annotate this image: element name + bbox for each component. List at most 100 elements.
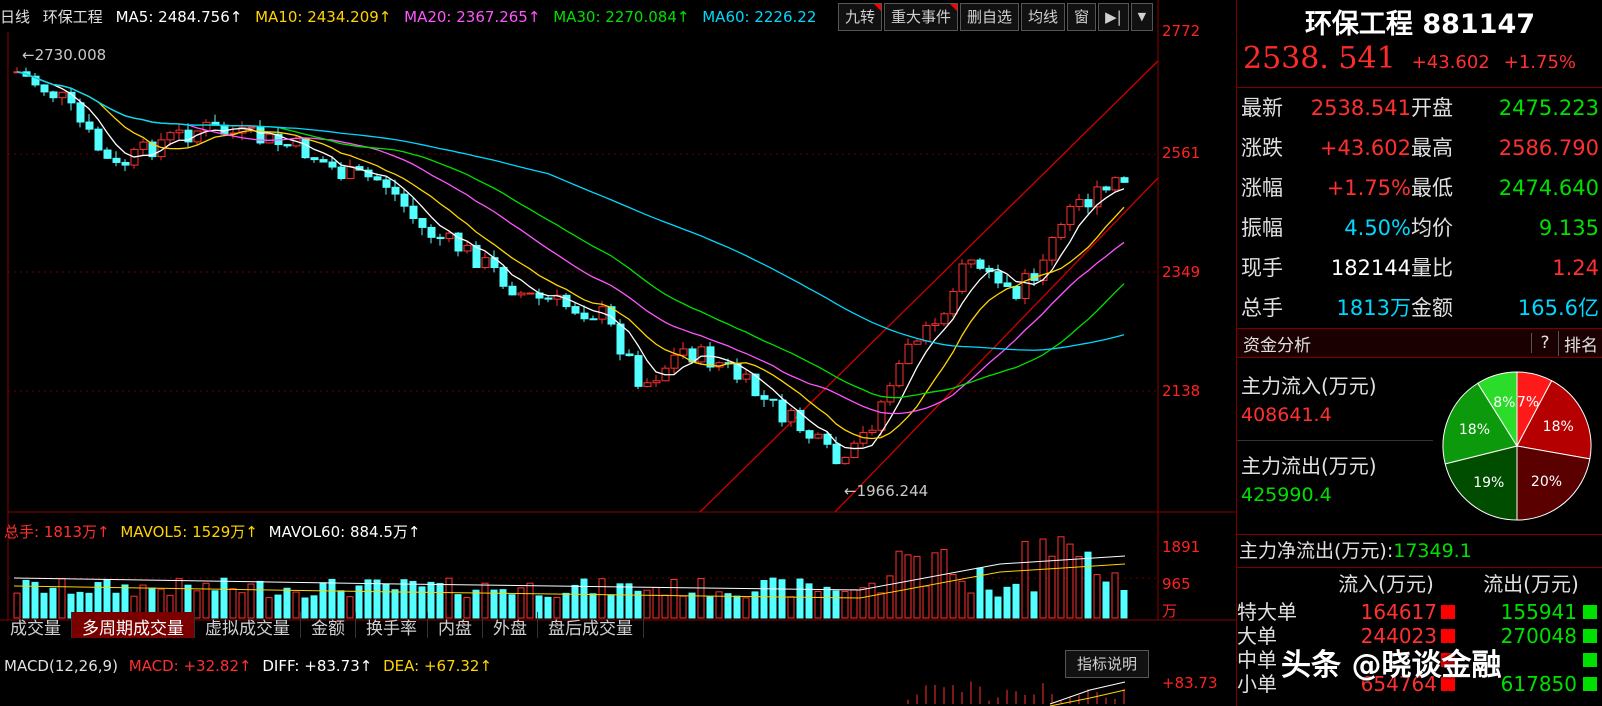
candle — [814, 433, 823, 439]
quote-value: 1.24 — [1552, 256, 1599, 280]
quote-label: 现手 — [1241, 256, 1283, 280]
volume-header: 总手: 1813万↑ MAVOL5: 1529万↑ MAVOL60: 884.5… — [4, 521, 420, 542]
candle — [499, 267, 508, 287]
quote-label: 总手 — [1241, 296, 1283, 320]
price-axis-label: 2349 — [1162, 263, 1201, 281]
candle — [445, 232, 454, 240]
candle — [580, 312, 589, 320]
quote-label: 量比 — [1411, 256, 1453, 280]
candle — [679, 348, 688, 356]
volume-bar — [1066, 543, 1074, 619]
candle — [283, 144, 292, 147]
inflow-bar — [1441, 605, 1455, 619]
macd-name: MACD(12,26,9) — [4, 657, 118, 675]
macd-value: MACD: +32.82↑ — [128, 657, 252, 675]
candle — [634, 355, 643, 387]
candle — [1111, 177, 1120, 191]
quote-label: 开盘 — [1411, 96, 1453, 120]
candle — [778, 399, 787, 423]
volume-bar — [1057, 536, 1065, 619]
candle — [1066, 205, 1075, 226]
ranking-button[interactable]: 排名 — [1558, 330, 1602, 356]
outflow-column-header: 流出(万元) — [1483, 572, 1579, 596]
candle — [94, 128, 103, 151]
quote-label: 涨跌 — [1241, 136, 1283, 160]
candle — [85, 121, 94, 130]
ma20-line — [16, 71, 1125, 415]
candle — [589, 318, 598, 321]
fund-analysis-title: 资金分析 — [1243, 335, 1311, 356]
candle — [877, 401, 886, 431]
flow-out-value: 155941 — [1500, 600, 1577, 624]
candle — [400, 193, 409, 207]
indicator-help-button[interactable]: 指标说明 — [1065, 650, 1149, 678]
flow-row: 特大单 164617 155941 — [1237, 600, 1602, 624]
main-outflow-label: 主力流出(万元) — [1241, 454, 1377, 478]
candle — [562, 294, 571, 308]
quote-row: 涨幅 +1.75% 最低 2474.640 — [1237, 168, 1602, 208]
candle — [1057, 224, 1066, 239]
pie-slice-label: 8% — [1493, 395, 1515, 411]
quote-row: 涨跌 +43.602 最高 2586.790 — [1237, 128, 1602, 168]
quote-value: 9.135 — [1538, 216, 1599, 240]
price-axis-label: 2772 — [1162, 22, 1201, 40]
diff-value: DIFF: +83.73↑ — [262, 657, 373, 675]
candle — [328, 161, 337, 168]
pie-slice-label: 7% — [1517, 394, 1539, 410]
candle — [994, 271, 1003, 284]
tab-outer[interactable]: 外盘 — [483, 612, 538, 639]
mavol5-value: MAVOL5: 1529万↑ — [120, 523, 258, 541]
candle — [310, 157, 319, 161]
tab-volume[interactable]: 成交量 — [0, 612, 72, 639]
tab-inner[interactable]: 内盘 — [428, 612, 483, 639]
candle — [121, 161, 130, 166]
tab-amount[interactable]: 金额 — [301, 612, 356, 639]
quote-value: +43.602 — [1319, 136, 1411, 160]
quote-value: 2474.640 — [1498, 176, 1599, 200]
candle — [490, 257, 499, 269]
main-inflow-value: 408641.4 — [1241, 404, 1332, 426]
candlestick-chart[interactable] — [0, 0, 1236, 706]
candle — [58, 91, 67, 99]
candle — [805, 430, 814, 439]
tab-after-hours[interactable]: 盘后成交量 — [538, 612, 644, 639]
tab-turnover[interactable]: 换手率 — [356, 612, 428, 639]
candle — [895, 363, 904, 387]
macd-header: MACD(12,26,9) MACD: +32.82↑ DIFF: +83.73… — [4, 657, 492, 675]
pie-slice-label: 20% — [1531, 474, 1562, 490]
volume-bar — [1048, 555, 1056, 619]
candle — [1021, 273, 1030, 299]
fund-flow-section: 主力流入(万元) 408641.4 主力流出(万元) 425990.4 7% 18… — [1237, 358, 1602, 535]
quote-value: 1813万 — [1336, 296, 1411, 320]
candle — [1120, 177, 1129, 183]
price-change: +43.602 — [1411, 52, 1490, 73]
quote-value: 182144 — [1330, 256, 1411, 280]
candles-group — [13, 67, 1129, 465]
tab-virtual-volume[interactable]: 虚拟成交量 — [195, 612, 301, 639]
candle — [517, 292, 526, 296]
volume-axis-label: 1891 — [1162, 538, 1201, 556]
candle — [850, 442, 859, 458]
fund-analysis-header: 资金分析 ? 排名 — [1237, 328, 1602, 358]
price-axis-label: 2561 — [1162, 144, 1201, 162]
ma5-line — [16, 71, 1125, 450]
high-price-annotation: ←2730.008 — [22, 46, 107, 64]
quote-label: 金额 — [1411, 296, 1453, 320]
ma60-line — [16, 71, 1125, 351]
help-icon[interactable]: ? — [1531, 333, 1558, 353]
candle — [760, 395, 769, 400]
mavol60-value: MAVOL60: 884.5万↑ — [268, 523, 421, 541]
volume-bar — [895, 550, 903, 619]
macd-bars — [907, 681, 1126, 706]
net-outflow-label: 主力净流出(万元): — [1239, 540, 1394, 562]
net-outflow-value: 17349.1 — [1393, 540, 1472, 562]
flow-row-label: 特大单 — [1237, 600, 1297, 624]
tab-multi-period-volume[interactable]: 多周期成交量 — [72, 612, 195, 639]
candle — [886, 385, 895, 403]
quote-label: 振幅 — [1241, 216, 1283, 240]
price-axis-label: 2138 — [1162, 382, 1201, 400]
candle — [787, 409, 796, 423]
candle — [139, 141, 148, 150]
candle — [958, 263, 967, 292]
candle — [625, 353, 634, 357]
